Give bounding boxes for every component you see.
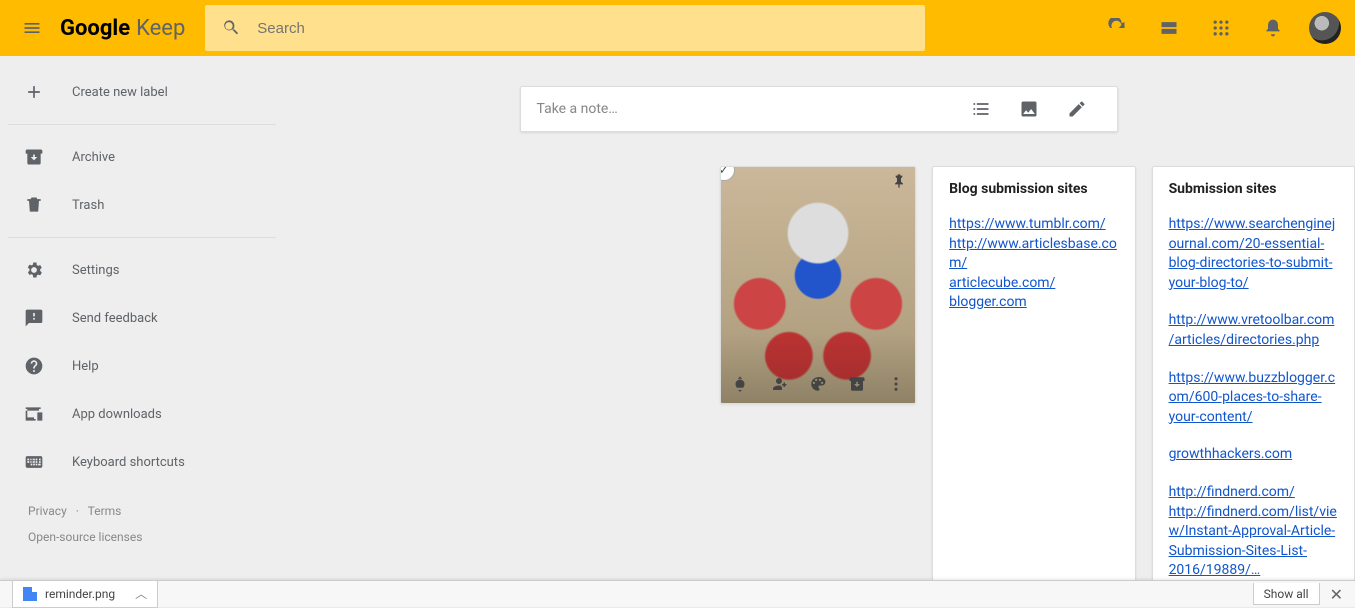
gear-icon [24, 260, 44, 280]
note-link[interactable]: https://www.tumblr.com/ [949, 215, 1118, 235]
take-note-placeholder: Take a note… [537, 101, 957, 117]
new-drawing-icon[interactable] [1053, 99, 1101, 119]
note-link[interactable]: https://www.buzzblogger.com/600-places-t… [1169, 369, 1338, 428]
note-link[interactable]: articlecube.com/ [949, 274, 1118, 294]
take-note-bar[interactable]: Take a note… [520, 86, 1118, 132]
remind-icon[interactable] [731, 375, 749, 397]
note-title: Blog submission sites [949, 181, 1118, 197]
logo[interactable]: Google Keep [60, 16, 205, 41]
show-all-button[interactable]: Show all [1253, 583, 1320, 605]
search-bar[interactable] [205, 5, 925, 51]
open-source-link[interactable]: Open-source licenses [28, 530, 282, 544]
note-link[interactable]: http://findnerd.com/list/view/Instant-Ap… [1169, 503, 1338, 580]
apps-icon[interactable] [1199, 6, 1243, 50]
note-body: https://www.tumblr.com/ http://www.artic… [949, 215, 1118, 313]
terms-link[interactable]: Terms [88, 504, 122, 518]
devices-icon [24, 404, 44, 424]
more-icon[interactable] [887, 375, 905, 397]
refresh-icon[interactable] [1095, 6, 1139, 50]
keyboard-icon [24, 452, 44, 472]
logo-product: Keep [136, 16, 185, 41]
pin-icon[interactable] [891, 173, 907, 193]
note-card[interactable]: Blog submission sites https://www.tumblr… [932, 166, 1135, 580]
search-icon[interactable] [205, 18, 257, 38]
footer-links: Privacy · Terms Open-source licenses [0, 486, 282, 544]
file-icon [23, 587, 37, 601]
note-link[interactable]: https://www.searchenginejournal.com/20-e… [1169, 215, 1338, 293]
notes-grid: ✓ Blog submission sites https://www.tumb… [720, 166, 1355, 580]
new-image-icon[interactable] [1005, 99, 1053, 119]
download-filename: reminder.png [45, 587, 115, 601]
archive-icon[interactable] [848, 375, 866, 397]
note-card[interactable]: Submission sites https://www.searchengin… [1152, 166, 1355, 580]
note-link[interactable]: http://www.vretoolbar.com/articles/direc… [1169, 311, 1338, 350]
downloads-bar: reminder.png ︿ Show all ✕ [0, 580, 1355, 607]
header-actions [1095, 6, 1347, 50]
note-link[interactable]: http://www.articlesbase.com/ [949, 235, 1118, 274]
sidebar: Create new label Archive Trash Settings … [0, 56, 282, 580]
sidebar-item-label: Keyboard shortcuts [72, 455, 185, 470]
chevron-up-icon[interactable]: ︿ [135, 585, 147, 602]
sidebar-item-label: App downloads [72, 407, 162, 422]
note-link[interactable]: blogger.com [949, 293, 1118, 313]
card-toolbar [721, 375, 915, 397]
search-input[interactable] [257, 20, 925, 37]
note-card-image[interactable]: ✓ [720, 166, 916, 404]
main: Take a note… ✓ Blog submission sites [282, 56, 1355, 580]
collaborator-icon[interactable] [770, 375, 788, 397]
note-image [721, 167, 915, 403]
sidebar-item-label: Settings [72, 263, 119, 278]
note-body: https://www.searchenginejournal.com/20-e… [1169, 215, 1338, 580]
account-avatar[interactable] [1303, 6, 1347, 50]
plus-icon [24, 82, 44, 102]
sidebar-item-label: Trash [72, 198, 104, 213]
sidebar-item-label: Archive [72, 150, 115, 165]
notifications-icon[interactable] [1251, 6, 1295, 50]
note-title: Submission sites [1169, 181, 1338, 197]
archive-icon [24, 147, 44, 167]
sidebar-item-label: Create new label [72, 85, 168, 100]
sidebar-item-label: Help [72, 359, 99, 374]
close-icon[interactable]: ✕ [1330, 585, 1343, 604]
settings-button[interactable]: Settings [0, 246, 282, 294]
keyboard-shortcuts-button[interactable]: Keyboard shortcuts [0, 438, 282, 486]
privacy-link[interactable]: Privacy [28, 504, 67, 518]
help-icon [24, 356, 44, 376]
menu-icon[interactable] [8, 4, 56, 52]
note-link[interactable]: growthhackers.com [1169, 445, 1338, 465]
feedback-icon [24, 308, 44, 328]
create-label-button[interactable]: Create new label [0, 68, 282, 116]
feedback-button[interactable]: Send feedback [0, 294, 282, 342]
color-icon[interactable] [809, 375, 827, 397]
view-toggle-icon[interactable] [1147, 6, 1191, 50]
new-list-icon[interactable] [957, 99, 1005, 119]
sidebar-item-label: Send feedback [72, 311, 158, 326]
header: Google Keep [0, 0, 1355, 56]
trash-button[interactable]: Trash [0, 181, 282, 229]
archive-button[interactable]: Archive [0, 133, 282, 181]
logo-brand: Google [60, 16, 130, 41]
download-item[interactable]: reminder.png ︿ [12, 581, 158, 608]
app-downloads-button[interactable]: App downloads [0, 390, 282, 438]
help-button[interactable]: Help [0, 342, 282, 390]
note-link[interactable]: http://findnerd.com/ [1169, 483, 1338, 503]
show-all-label: Show all [1264, 587, 1309, 601]
trash-icon [24, 195, 44, 215]
